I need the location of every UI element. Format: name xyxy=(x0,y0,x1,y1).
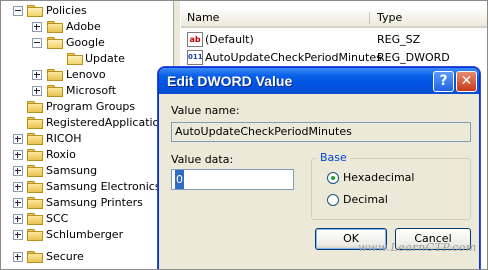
folder-open-icon xyxy=(67,53,83,65)
value-type: REG_SZ xyxy=(377,33,421,46)
folder-icon xyxy=(47,21,63,33)
value-name-label: Value name: xyxy=(171,104,240,117)
folder-icon xyxy=(47,69,63,81)
dword-value-icon: 011 xyxy=(187,50,203,65)
tree-item-label: Policies xyxy=(46,4,87,17)
dialog-title: Edit DWORD Value xyxy=(167,73,293,89)
list-row[interactable]: ab (Default) REG_SZ xyxy=(181,31,487,48)
tree-item-label: Adobe xyxy=(66,20,101,33)
string-value-icon: ab xyxy=(187,32,203,47)
tree-item-scc[interactable]: SCC xyxy=(1,211,173,227)
tree-item-update[interactable]: Update xyxy=(1,51,173,67)
value-name-field: AutoUpdateCheckPeriodMinutes xyxy=(171,122,471,142)
tree-item-label: Update xyxy=(85,52,125,65)
column-header-type[interactable]: Type xyxy=(371,9,487,26)
tree-item-microsoft[interactable]: Microsoft xyxy=(1,83,173,99)
tree-item-samsung-printers[interactable]: Samsung Printers xyxy=(1,195,173,211)
expand-icon[interactable] xyxy=(13,252,23,262)
folder-icon xyxy=(27,149,43,161)
folder-open-icon xyxy=(47,37,63,49)
value-name: AutoUpdateCheckPeriodMinutes xyxy=(205,51,382,64)
folder-icon xyxy=(27,101,43,113)
tree-item-roxio[interactable]: Roxio xyxy=(1,147,173,163)
close-button[interactable]: ✕ xyxy=(456,71,477,92)
folder-icon xyxy=(47,85,63,97)
value-data-input[interactable]: 0 xyxy=(171,169,294,190)
collapse-icon[interactable] xyxy=(13,6,23,16)
tree-item-label: Roxio xyxy=(46,148,76,161)
list-row[interactable]: 011 AutoUpdateCheckPeriodMinutes REG_DWO… xyxy=(181,49,487,66)
tree-item-policies[interactable]: Policies xyxy=(1,3,173,19)
decimal-radio[interactable] xyxy=(327,194,339,206)
hexadecimal-radio[interactable] xyxy=(327,172,339,184)
collapse-icon[interactable] xyxy=(32,38,42,48)
base-group-box xyxy=(311,158,471,220)
tree-item-label: SCC xyxy=(46,212,69,225)
watermark: www.LearnCTP.com xyxy=(358,241,477,254)
column-divider[interactable] xyxy=(369,12,370,24)
value-data-label: Value data: xyxy=(171,153,234,166)
base-group-label: Base xyxy=(317,151,350,164)
tree-item-registeredapplications[interactable]: RegisteredApplications xyxy=(1,115,173,131)
folder-icon xyxy=(27,197,43,209)
tree-item-lenovo[interactable]: Lenovo xyxy=(1,67,173,83)
tree-item-samsung[interactable]: Samsung xyxy=(1,163,173,179)
tree-item-label: Samsung xyxy=(46,164,98,177)
expand-icon[interactable] xyxy=(32,22,42,32)
decimal-label[interactable]: Decimal xyxy=(343,193,388,206)
folder-icon xyxy=(27,213,43,225)
tree-item-label: Program Groups xyxy=(46,100,136,113)
expand-icon[interactable] xyxy=(13,230,23,240)
tree-item-ricoh[interactable]: RICOH xyxy=(1,131,173,147)
tree-item-label: Samsung Electronics Co xyxy=(46,180,173,193)
tree-item-label: Microsoft xyxy=(66,84,117,97)
expand-icon[interactable] xyxy=(13,182,23,192)
tree-item-label: Secure xyxy=(46,250,84,263)
dialog-title-bar[interactable]: Edit DWORD Value ? ✕ xyxy=(159,68,479,94)
expand-icon[interactable] xyxy=(13,150,23,160)
tree-item-label: Google xyxy=(66,36,105,49)
tree-item-google[interactable]: Google xyxy=(1,35,173,51)
folder-icon xyxy=(27,251,43,263)
tree-item-samsung-electronics-co[interactable]: Samsung Electronics Co xyxy=(1,179,173,195)
expand-icon[interactable] xyxy=(13,166,23,176)
folder-icon xyxy=(27,181,43,193)
tree-item-program-groups[interactable]: Program Groups xyxy=(1,99,173,115)
tree-item-adobe[interactable]: Adobe xyxy=(1,19,173,35)
folder-icon xyxy=(27,117,43,129)
expand-icon[interactable] xyxy=(13,198,23,208)
expand-icon[interactable] xyxy=(13,134,23,144)
tree-item-secure[interactable]: Secure xyxy=(1,249,173,265)
value-data-text: 0 xyxy=(175,170,184,189)
tree-item-label: RICOH xyxy=(46,132,82,145)
tree-item-label: Lenovo xyxy=(66,68,106,81)
folder-icon xyxy=(27,229,43,241)
registry-editor-window: Policies Adobe Google Update Lenovo Micr… xyxy=(0,0,488,270)
value-type: REG_DWORD xyxy=(377,51,450,64)
folder-icon xyxy=(27,165,43,177)
hexadecimal-label[interactable]: Hexadecimal xyxy=(343,171,414,184)
list-header: Name Type xyxy=(181,9,487,28)
expand-icon[interactable] xyxy=(32,86,42,96)
folder-open-icon xyxy=(27,5,43,17)
expand-icon[interactable] xyxy=(13,214,23,224)
edit-dword-dialog: Edit DWORD Value ? ✕ Value name: AutoUpd… xyxy=(158,67,480,269)
tree-item-label: RegisteredApplications xyxy=(46,116,172,129)
help-button[interactable]: ? xyxy=(433,71,454,92)
folder-icon xyxy=(27,133,43,145)
expand-icon[interactable] xyxy=(32,70,42,80)
column-header-name[interactable]: Name xyxy=(181,9,369,26)
tree-item-schlumberger[interactable]: Schlumberger xyxy=(1,227,173,243)
value-name: (Default) xyxy=(205,33,254,46)
tree-item-label: Schlumberger xyxy=(46,228,124,241)
tree-item-label: Samsung Printers xyxy=(46,196,143,209)
registry-key-tree[interactable]: Policies Adobe Google Update Lenovo Micr… xyxy=(1,1,173,269)
